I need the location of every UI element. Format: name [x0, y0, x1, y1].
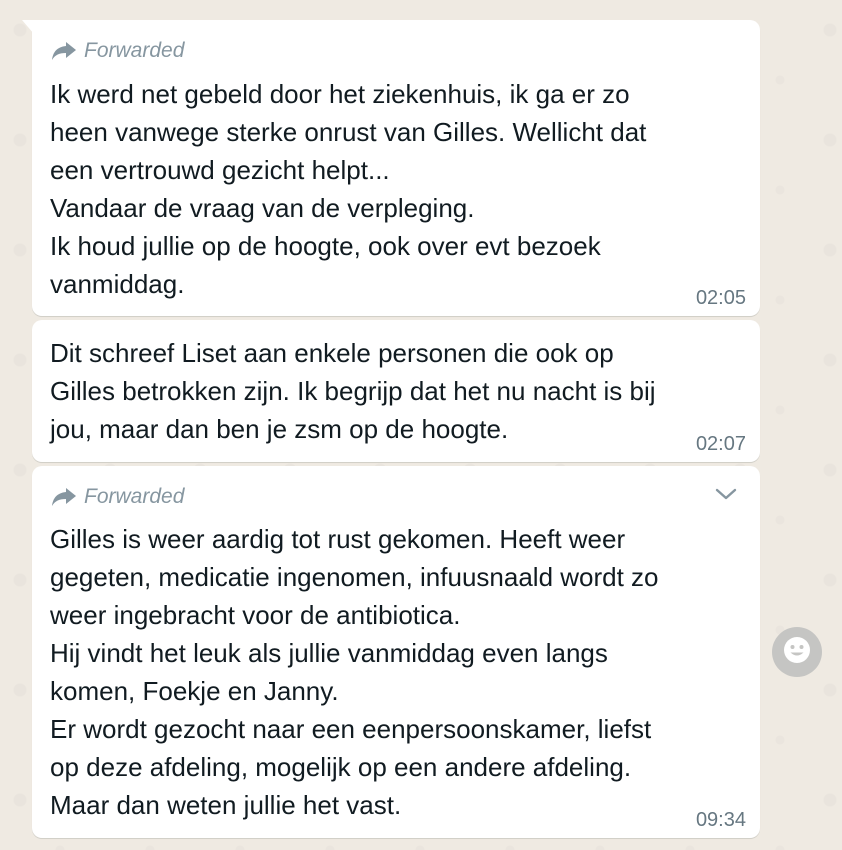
message-line: Gilles is weer aardig tot rust gekomen. …: [50, 524, 626, 554]
message-text: Ik werd net gebeld door het ziekenhuis, …: [50, 75, 742, 303]
forwarded-label: Forwarded: [50, 482, 742, 512]
message-line: Dit schreef Liset aan enkele personen di…: [50, 338, 614, 368]
message-timestamp: 09:34: [695, 809, 746, 831]
message-text: Dit schreef Liset aan enkele personen di…: [50, 320, 742, 448]
message-line: Hij vindt het leuk als jullie vanmiddag …: [50, 638, 608, 668]
forwarded-text: Forwarded: [84, 39, 185, 62]
message-line: Maar dan weten jullie het vast.: [50, 790, 402, 820]
message-bubble[interactable]: Forwarded Ik werd net gebeld door het zi…: [22, 20, 760, 316]
message-text: Gilles is weer aardig tot rust gekomen. …: [50, 520, 742, 824]
forwarded-text: Forwarded: [84, 485, 185, 508]
message-line: een vertrouwd gezicht helpt...: [50, 155, 390, 185]
message-line: heen vanwege sterke onrust van Gilles. W…: [50, 117, 647, 147]
message-line: op deze afdeling, mogelijk op een andere…: [50, 752, 632, 782]
message-line: komen, Foekje en Janny.: [50, 676, 339, 706]
message-line: Ik werd net gebeld door het ziekenhuis, …: [50, 79, 630, 109]
message-line: Gilles betrokken zijn. Ik begrijp dat he…: [50, 376, 656, 406]
message-timestamp: 02:07: [695, 433, 746, 455]
message-line: Vandaar de vraag van de verpleging.: [50, 193, 475, 223]
forward-arrow-icon: [50, 486, 78, 508]
forward-arrow-icon: [50, 40, 78, 62]
smiley-icon: [782, 635, 812, 670]
message-line: jou, maar dan ben je zsm op de hoogte.: [50, 414, 509, 444]
message-line: gegeten, medicatie ingenomen, infuusnaal…: [50, 562, 659, 592]
message-line: vanmiddag.: [50, 269, 185, 299]
message-bubble[interactable]: Forwarded Gilles is weer aardig tot rust…: [32, 466, 760, 838]
message-bubble[interactable]: Dit schreef Liset aan enkele personen di…: [32, 320, 760, 462]
message-line: Er wordt gezocht naar een eenpersoonskam…: [50, 714, 652, 744]
chevron-down-icon[interactable]: [714, 486, 738, 507]
message-line: Ik houd jullie op de hoogte, ook over ev…: [50, 231, 601, 261]
chat-background: Forwarded Ik werd net gebeld door het zi…: [0, 0, 842, 850]
message-timestamp: 02:05: [695, 287, 746, 309]
reaction-button[interactable]: [772, 627, 822, 677]
forwarded-label: Forwarded: [50, 36, 742, 66]
message-line: weer ingebracht voor de antibiotica.: [50, 600, 461, 630]
